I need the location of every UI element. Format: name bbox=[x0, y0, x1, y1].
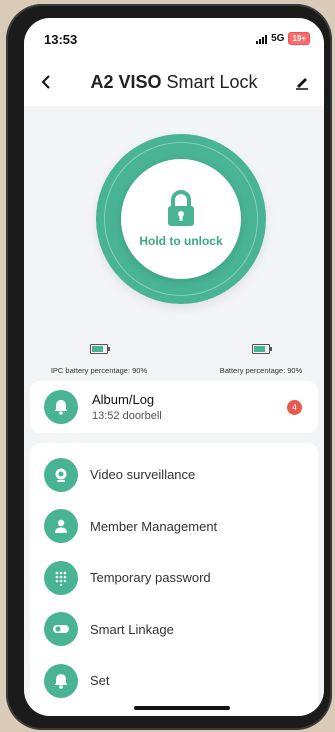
lock-battery-label: Battery percentage: 90% bbox=[219, 366, 303, 375]
menu-item-set[interactable]: Set bbox=[30, 655, 318, 707]
menu-icon-circle bbox=[44, 457, 78, 492]
menu-label: Temporary password bbox=[90, 570, 211, 586]
menu-item-temporary-password[interactable]: Temporary password bbox=[30, 552, 318, 604]
album-title: Album/Log bbox=[92, 392, 155, 407]
app-header: A2 VISO Smart Lock bbox=[24, 58, 324, 106]
padlock-icon bbox=[168, 190, 194, 226]
toggle-icon bbox=[53, 625, 69, 634]
ipc-battery-icon bbox=[90, 344, 110, 354]
edit-button[interactable] bbox=[290, 70, 314, 94]
menu-icon-circle bbox=[44, 663, 78, 698]
network-type: 5G bbox=[271, 33, 285, 44]
lock-battery: Battery percentage: 90% bbox=[196, 344, 324, 375]
menu-item-smart-linkage[interactable]: Smart Linkage bbox=[30, 604, 318, 656]
page-title-rest: Smart Lock bbox=[161, 71, 258, 92]
hold-to-unlock-label: Hold to unlock bbox=[139, 234, 223, 248]
ipc-battery-level bbox=[92, 346, 103, 352]
person-icon bbox=[55, 520, 67, 534]
menu-item-video-surveillance[interactable]: Video surveillance bbox=[30, 449, 318, 501]
lock-battery-level bbox=[254, 346, 265, 352]
page-title: A2 VISO Smart Lock bbox=[90, 72, 257, 93]
back-button[interactable] bbox=[34, 70, 58, 94]
menu-list: Video surveillance Member Management Tem… bbox=[30, 443, 318, 716]
hold-to-unlock-button[interactable]: Hold to unlock bbox=[121, 159, 241, 279]
bell-icon bbox=[54, 400, 68, 415]
album-subtitle: 13:52 doorbell bbox=[92, 410, 162, 422]
pencil-icon bbox=[296, 78, 308, 90]
menu-icon-circle bbox=[44, 560, 78, 595]
status-icons: 5G 19+ bbox=[256, 32, 310, 45]
status-time: 13:53 bbox=[44, 32, 78, 47]
status-bar: 13:53 5G 19+ bbox=[24, 18, 324, 58]
lock-control-area: Hold to unlock IPC battery percentage: 9… bbox=[24, 106, 324, 381]
camera-icon bbox=[55, 468, 67, 482]
app-screen: 13:53 5G 19+ A2 VISO Smart Lock Hold to … bbox=[24, 18, 324, 716]
signal-icon bbox=[256, 34, 268, 44]
menu-label: Set bbox=[90, 673, 110, 689]
menu-icon-circle bbox=[44, 612, 78, 647]
lock-battery-icon bbox=[252, 344, 272, 354]
unread-badge: 4 bbox=[287, 400, 302, 415]
ipc-battery: IPC battery percentage: 90% bbox=[30, 344, 168, 375]
menu-label: Video surveillance bbox=[90, 467, 196, 483]
menu-label: Smart Linkage bbox=[90, 621, 174, 637]
battery-icon: 19+ bbox=[288, 32, 310, 45]
home-indicator[interactable] bbox=[134, 706, 230, 710]
menu-item-member-management[interactable]: Member Management bbox=[30, 501, 318, 553]
bell-icon bbox=[54, 673, 68, 689]
menu-icon-circle bbox=[44, 509, 78, 544]
page-title-bold: A2 VISO bbox=[90, 71, 162, 92]
ipc-battery-label: IPC battery percentage: 90% bbox=[50, 366, 148, 375]
chevron-left-icon bbox=[41, 75, 50, 89]
album-icon-circle bbox=[44, 390, 78, 424]
menu-label: Member Management bbox=[90, 518, 218, 534]
album-log-card[interactable]: Album/Log 13:52 doorbell 4 bbox=[30, 381, 318, 433]
phone-frame: 13:53 5G 19+ A2 VISO Smart Lock Hold to … bbox=[6, 4, 332, 730]
keypad-icon bbox=[55, 571, 67, 586]
